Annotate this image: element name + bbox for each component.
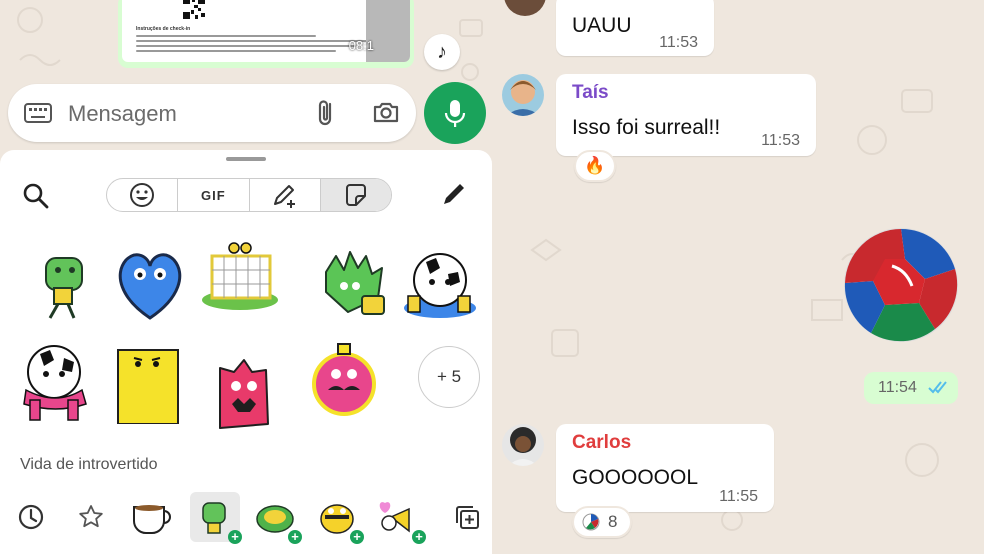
sticker-red-card-angry[interactable]	[206, 356, 286, 436]
pen-plus-icon	[273, 185, 295, 208]
attach-icon[interactable]	[314, 98, 338, 128]
media-tab-bar: GIF	[106, 178, 392, 212]
sticker-crying-ball[interactable]	[400, 242, 480, 322]
search-icon[interactable]	[22, 182, 50, 210]
pack-turtle[interactable]: +	[250, 492, 302, 544]
avatar-tais[interactable]	[502, 74, 544, 116]
reaction-count: 8	[608, 512, 618, 531]
add-pack-badge: +	[288, 530, 302, 544]
emoji-icon	[130, 183, 155, 207]
document-message[interactable]: Instruções de check-in 08:1	[118, 0, 414, 68]
tab-stickers[interactable]	[320, 179, 391, 211]
sticker-goal-net[interactable]	[200, 234, 280, 314]
tab-emoji[interactable]	[107, 179, 179, 211]
message-bubble[interactable]: Carlos GOOOOOOL 11:55	[556, 424, 774, 512]
sticker-icon	[345, 184, 366, 206]
qr-code-icon	[182, 0, 206, 20]
add-pack-badge: +	[350, 530, 364, 544]
sticker-pack-name: Vida de introvertido	[20, 456, 158, 473]
sticker-green-hand-figure[interactable]	[28, 248, 108, 328]
person-photo-icon	[502, 74, 544, 116]
reaction-badge[interactable]: 🔥	[574, 150, 616, 182]
pack-trumpet-heart[interactable]: +	[374, 492, 426, 544]
fire-icon: 🔥	[584, 156, 606, 175]
add-pack-badge: +	[228, 530, 242, 544]
message-bubble[interactable]: UAUU 11:53	[556, 0, 714, 56]
drag-handle[interactable]	[226, 157, 266, 161]
reaction-badge[interactable]: 8	[572, 506, 632, 538]
message-text: UAUU	[572, 14, 632, 37]
message-input[interactable]	[66, 98, 270, 130]
message-text: Isso foi surreal!!	[572, 116, 721, 139]
gif-label: GIF	[201, 187, 226, 203]
sticker-yellow-card[interactable]	[110, 344, 190, 424]
sticker-tray: GIF + 5 Vida de introvertido + + + +	[0, 150, 492, 554]
document-text-lines	[136, 35, 376, 55]
message-time: 11:53	[761, 132, 800, 149]
message-time: 11:54	[878, 379, 917, 396]
keyboard-icon[interactable]	[24, 103, 52, 123]
star-icon	[79, 505, 103, 528]
favorite-stickers-button[interactable]	[66, 492, 116, 542]
outgoing-status-bubble[interactable]: 11:54	[864, 372, 958, 404]
camera-icon[interactable]	[372, 100, 400, 124]
person-photo-icon	[502, 424, 544, 466]
edit-pencil-icon[interactable]	[440, 180, 468, 208]
pack-introvert-selected[interactable]: +	[190, 492, 242, 544]
music-note-icon: ♪	[437, 40, 447, 63]
message-bubble[interactable]: Taís Isso foi surreal!! 11:53	[556, 74, 816, 156]
sticker-stopwatch-mustache[interactable]	[304, 338, 384, 418]
more-stickers-button[interactable]: + 5	[418, 346, 480, 408]
mic-button[interactable]	[424, 82, 486, 144]
message-time: 11:55	[719, 488, 758, 505]
tab-create-sticker[interactable]	[250, 179, 321, 211]
add-pack-badge: +	[412, 530, 426, 544]
message-time: 11:53	[659, 34, 698, 51]
coffee-cup-icon	[133, 505, 171, 534]
sender-name: Carlos	[572, 432, 632, 453]
soccer-ball-icon	[582, 513, 600, 531]
sticker-store-button[interactable]	[442, 492, 492, 542]
right-chat-panel: UAUU 11:53 Taís Isso foi surreal!! 11:53…	[492, 0, 984, 554]
sticker-ball-scarf[interactable]	[16, 342, 96, 422]
recent-stickers-button[interactable]	[6, 492, 56, 542]
read-ticks-icon	[928, 381, 947, 394]
avatar-carlos[interactable]	[502, 424, 544, 466]
mic-icon	[444, 100, 466, 127]
document-title: Instruções de check-in	[136, 26, 191, 32]
pack-coffee-cup[interactable]	[128, 492, 178, 542]
tab-gif[interactable]: GIF	[178, 179, 250, 211]
left-chat-panel: Instruções de check-in 08:1 ♪ Mensagem G…	[0, 0, 492, 554]
message-composer	[8, 84, 416, 142]
sticker-pack-strip: + + + +	[0, 486, 492, 544]
sender-name: Taís	[572, 82, 609, 103]
green-hand-icon	[202, 502, 226, 534]
sticker-goalkeeper-glove[interactable]	[312, 244, 392, 324]
message-text: GOOOOOOL	[572, 466, 699, 489]
add-sticker-pack-icon	[456, 506, 479, 529]
music-note-button[interactable]: ♪	[424, 34, 460, 70]
document-time: 08:1	[348, 38, 374, 53]
soccer-ball-sticker[interactable]	[842, 226, 960, 344]
clock-icon	[18, 504, 44, 530]
sticker-blue-heart[interactable]	[110, 244, 190, 324]
pack-bee[interactable]: +	[312, 492, 364, 544]
